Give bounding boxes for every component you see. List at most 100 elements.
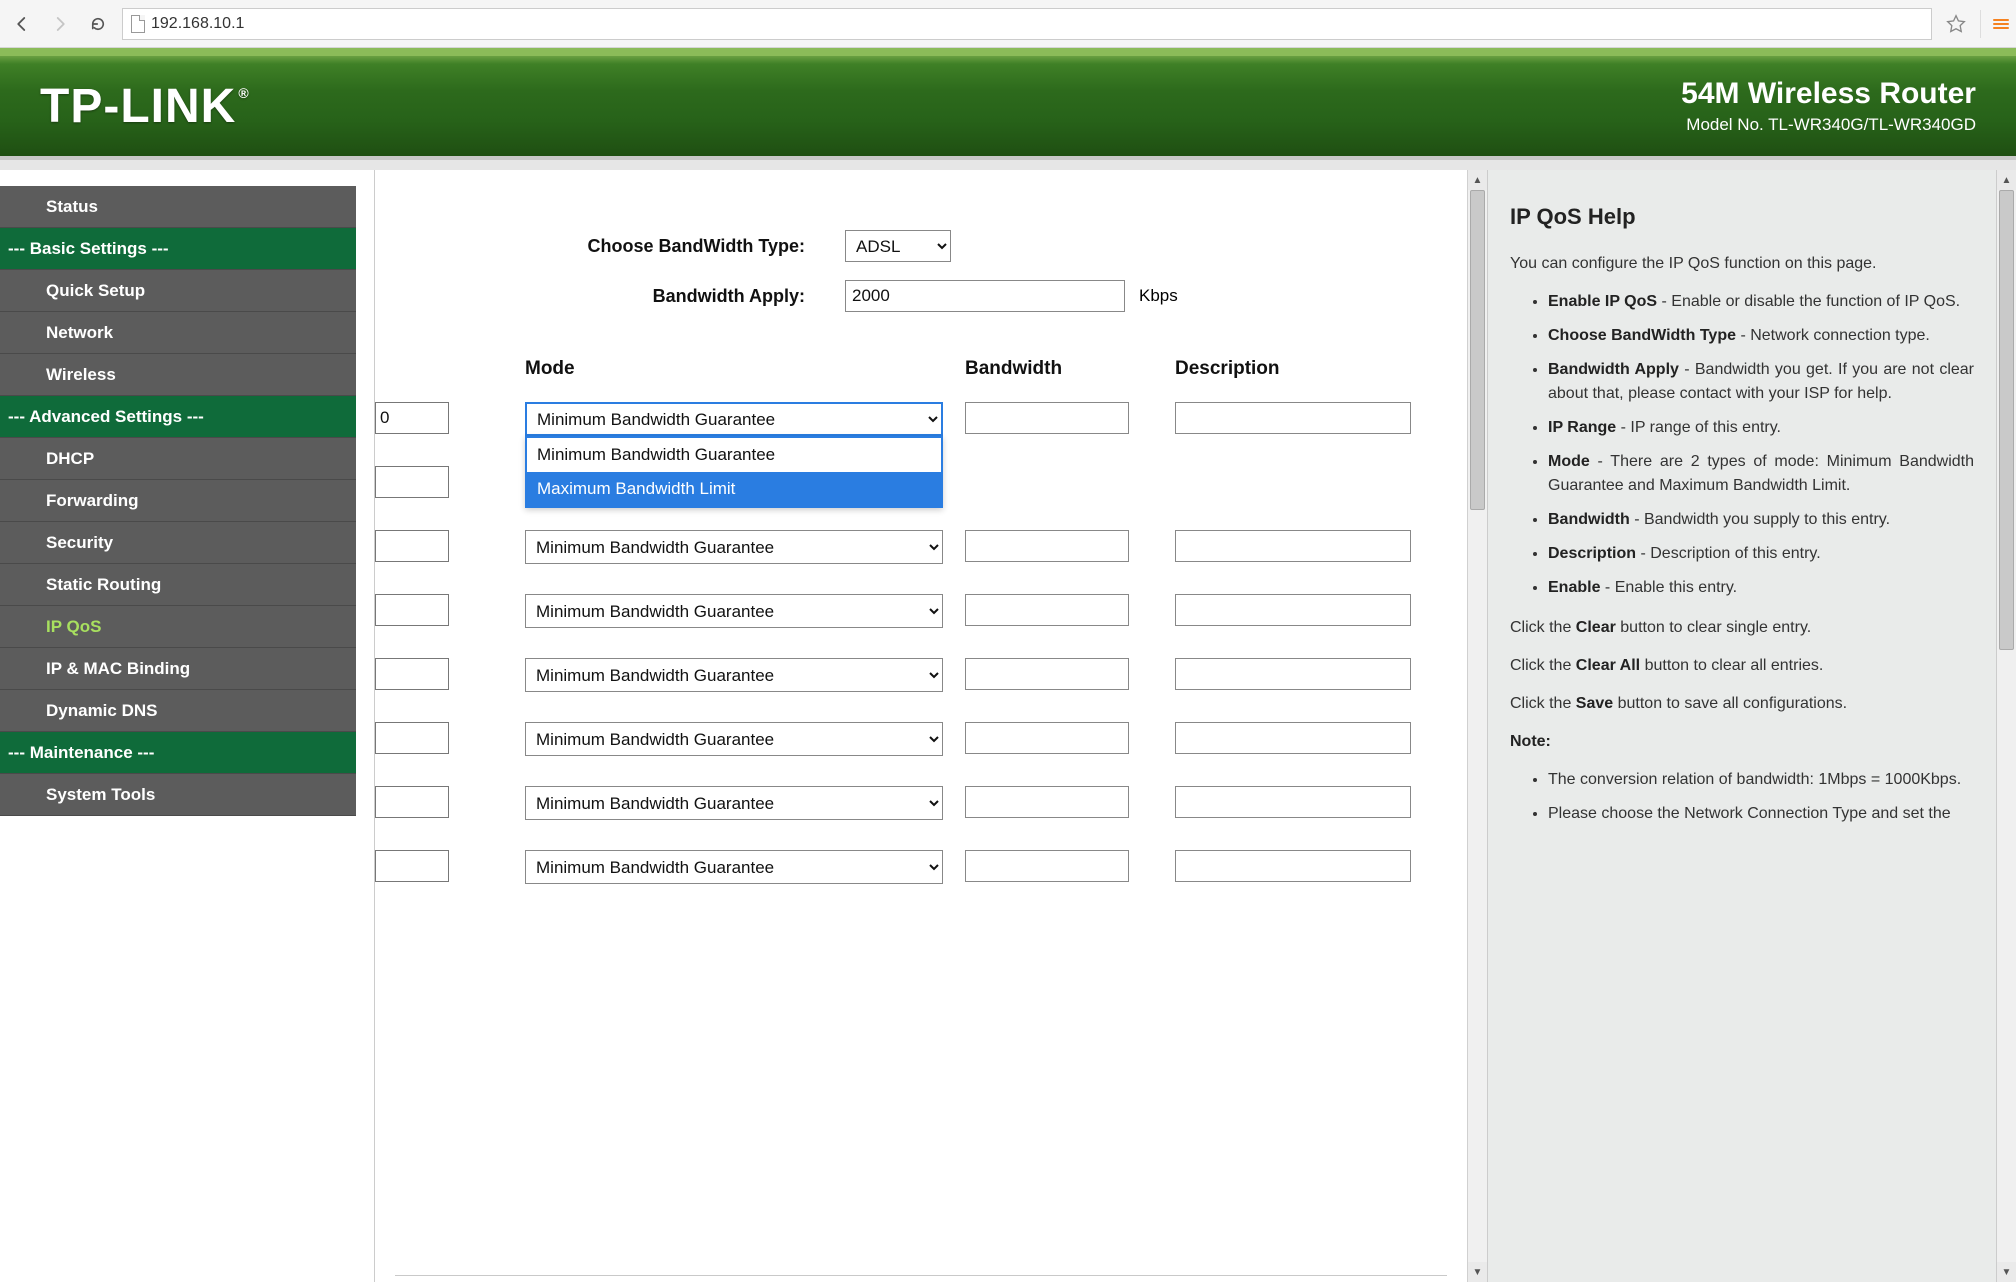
scroll-down-icon[interactable]: ▼ [1997, 1262, 2016, 1282]
help-panel: IP QoS Help You can configure the IP QoS… [1488, 170, 2016, 1282]
bandwidth-input[interactable] [965, 658, 1129, 690]
help-bullet: Bandwidth Apply - Bandwidth you get. If … [1548, 358, 1974, 406]
mode-select[interactable]: Minimum Bandwidth Guarantee [525, 722, 943, 756]
help-bullet: Enable - Enable this entry. [1548, 576, 1974, 600]
description-input[interactable] [1175, 786, 1411, 818]
mode-select[interactable]: Minimum Bandwidth Guarantee [525, 530, 943, 564]
reload-button[interactable] [84, 10, 112, 38]
help-title: IP QoS Help [1510, 204, 1974, 230]
help-bullet: Choose BandWidth Type - Network connecti… [1548, 324, 1974, 348]
mode-dropdown-list[interactable]: Minimum Bandwidth GuaranteeMaximum Bandw… [525, 436, 943, 508]
mode-header: Mode [505, 358, 945, 380]
ip-range-input[interactable] [375, 402, 449, 434]
sidebar-item[interactable]: Status [0, 186, 356, 228]
scroll-up-icon[interactable]: ▲ [1468, 170, 1487, 190]
qos-row: Minimum Bandwidth Guarantee [375, 658, 1427, 692]
scroll-thumb[interactable] [1470, 190, 1485, 510]
help-save: Click the Save button to save all config… [1510, 692, 1974, 716]
bandwidth-input[interactable] [965, 594, 1129, 626]
ip-range-input[interactable] [375, 722, 449, 754]
bandwidth-input[interactable] [965, 786, 1129, 818]
sidebar-section-header: --- Advanced Settings --- [0, 396, 356, 438]
bandwidth-type-select[interactable]: ADSL [845, 230, 951, 262]
mode-select[interactable]: Minimum Bandwidth Guarantee [525, 594, 943, 628]
ip-range-input[interactable] [375, 594, 449, 626]
bandwidth-input[interactable] [965, 530, 1129, 562]
bandwidth-input[interactable] [965, 850, 1129, 882]
product-model: Model No. TL-WR340G/TL-WR340GD [1681, 115, 1976, 135]
bandwidth-header: Bandwidth [945, 358, 1155, 380]
menu-button[interactable] [1980, 10, 2008, 38]
mode-select[interactable]: Minimum Bandwidth Guarantee [525, 658, 943, 692]
mode-select[interactable]: Minimum Bandwidth Guarantee [525, 402, 943, 436]
help-clear: Click the Clear button to clear single e… [1510, 616, 1974, 640]
help-bullet: IP Range - IP range of this entry. [1548, 416, 1974, 440]
scroll-thumb[interactable] [1999, 190, 2014, 650]
brand-logo: TP-LINK® [40, 79, 250, 134]
header-banner: TP-LINK® 54M Wireless Router Model No. T… [0, 48, 2016, 160]
qos-row: Minimum Bandwidth Guarantee [375, 850, 1427, 884]
sidebar: Status--- Basic Settings ---Quick SetupN… [0, 170, 374, 1282]
description-input[interactable] [1175, 402, 1411, 434]
bandwidth-unit: Kbps [1139, 286, 1178, 306]
qos-row: Minimum Bandwidth Guarantee [375, 786, 1427, 820]
sidebar-item[interactable]: Quick Setup [0, 270, 356, 312]
sidebar-section-header: --- Maintenance --- [0, 732, 356, 774]
help-note-label: Note: [1510, 733, 1551, 750]
ip-range-input[interactable] [375, 658, 449, 690]
bandwidth-apply-input[interactable] [845, 280, 1125, 312]
sidebar-item[interactable]: Wireless [0, 354, 356, 396]
ip-range-input[interactable] [375, 850, 449, 882]
qos-row: Minimum Bandwidth Guarantee [375, 594, 1427, 628]
description-input[interactable] [1175, 594, 1411, 626]
sidebar-item[interactable]: IP & MAC Binding [0, 648, 356, 690]
help-bullet: Bandwidth - Bandwidth you supply to this… [1548, 508, 1974, 532]
help-scrollbar[interactable]: ▲ ▼ [1996, 170, 2016, 1282]
browser-toolbar: 192.168.10.1 [0, 0, 2016, 48]
forward-button[interactable] [46, 10, 74, 38]
scroll-up-icon[interactable]: ▲ [1997, 170, 2016, 190]
help-bullet: Description - Description of this entry. [1548, 542, 1974, 566]
sidebar-item[interactable]: DHCP [0, 438, 356, 480]
ip-range-input[interactable] [375, 466, 449, 498]
sidebar-item[interactable]: IP QoS [0, 606, 356, 648]
page-icon [131, 15, 145, 33]
help-clear-all: Click the Clear All button to clear all … [1510, 654, 1974, 678]
help-note: Please choose the Network Connection Typ… [1548, 802, 1974, 826]
description-header: Description [1155, 358, 1415, 380]
address-bar[interactable]: 192.168.10.1 [122, 8, 1932, 40]
mode-select[interactable]: Minimum Bandwidth Guarantee [525, 786, 943, 820]
bandwidth-type-label: Choose BandWidth Type: [375, 236, 845, 257]
back-button[interactable] [8, 10, 36, 38]
help-bullet: Enable IP QoS - Enable or disable the fu… [1548, 290, 1974, 314]
ip-range-input[interactable] [375, 530, 449, 562]
description-input[interactable] [1175, 850, 1411, 882]
description-input[interactable] [1175, 658, 1411, 690]
scroll-down-icon[interactable]: ▼ [1468, 1262, 1487, 1282]
mode-option[interactable]: Minimum Bandwidth Guarantee [527, 438, 941, 472]
mode-option[interactable]: Maximum Bandwidth Limit [527, 472, 941, 506]
description-input[interactable] [1175, 530, 1411, 562]
qos-row: Minimum Bandwidth Guarantee [375, 530, 1427, 564]
sidebar-item[interactable]: Dynamic DNS [0, 690, 356, 732]
sidebar-item[interactable]: Static Routing [0, 564, 356, 606]
sidebar-item[interactable]: Forwarding [0, 480, 356, 522]
bandwidth-input[interactable] [965, 402, 1129, 434]
help-bullet: Mode - There are 2 types of mode: Minimu… [1548, 450, 1974, 498]
description-input[interactable] [1175, 722, 1411, 754]
help-intro: You can configure the IP QoS function on… [1510, 252, 1974, 276]
product-title: 54M Wireless Router [1681, 77, 1976, 111]
bandwidth-input[interactable] [965, 722, 1129, 754]
sidebar-item[interactable]: System Tools [0, 774, 356, 816]
sidebar-item[interactable]: Security [0, 522, 356, 564]
ip-range-input[interactable] [375, 786, 449, 818]
qos-row: Minimum Bandwidth Guarantee [375, 722, 1427, 756]
main-scrollbar[interactable]: ▲ ▼ [1467, 170, 1487, 1282]
bookmark-button[interactable] [1942, 10, 1970, 38]
sidebar-item[interactable]: Network [0, 312, 356, 354]
address-text: 192.168.10.1 [151, 15, 244, 33]
help-note: The conversion relation of bandwidth: 1M… [1548, 768, 1974, 792]
main-panel: Choose BandWidth Type: ADSL Bandwidth Ap… [374, 170, 1488, 1282]
bandwidth-apply-label: Bandwidth Apply: [375, 286, 845, 307]
mode-select[interactable]: Minimum Bandwidth Guarantee [525, 850, 943, 884]
